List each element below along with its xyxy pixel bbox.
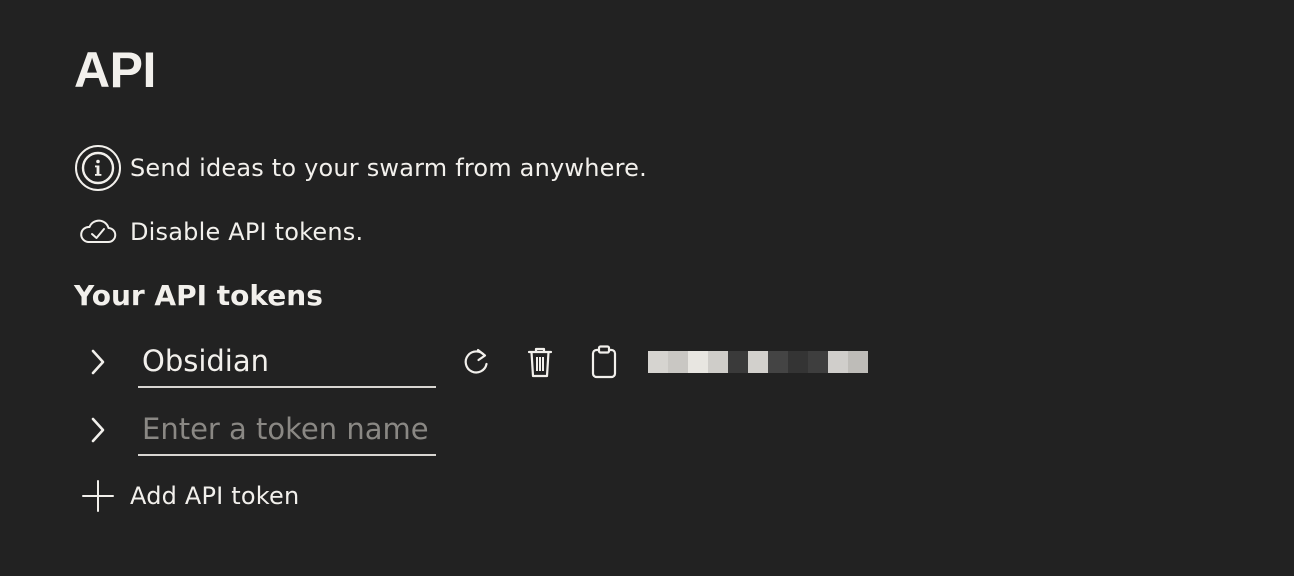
token-actions <box>456 342 868 382</box>
add-api-token-label: Add API token <box>130 482 300 510</box>
add-api-token-button[interactable]: Add API token <box>74 476 299 516</box>
disable-api-tokens-toggle[interactable]: Disable API tokens. <box>74 214 363 250</box>
chevron-right-icon[interactable] <box>74 334 122 390</box>
trash-icon[interactable] <box>520 342 560 382</box>
token-row <box>74 402 436 458</box>
clipboard-icon[interactable] <box>584 342 624 382</box>
section-title: Your API tokens <box>74 279 323 312</box>
new-token-name-input[interactable] <box>138 404 436 456</box>
info-icon <box>74 144 122 192</box>
disable-api-tokens-label: Disable API tokens. <box>130 218 364 246</box>
plus-icon <box>74 476 122 516</box>
info-row: Send ideas to your swarm from anywhere. <box>74 144 647 192</box>
refresh-icon[interactable] <box>456 342 496 382</box>
cloud-check-icon <box>74 214 122 250</box>
token-name-input[interactable] <box>138 336 436 388</box>
api-settings-page: API Send ideas to your swarm from anywhe… <box>0 0 1294 576</box>
token-value-masked <box>648 351 868 373</box>
info-text: Send ideas to your swarm from anywhere. <box>130 154 647 182</box>
token-row <box>74 334 868 390</box>
chevron-right-icon[interactable] <box>74 402 122 458</box>
page-title: API <box>74 42 156 98</box>
